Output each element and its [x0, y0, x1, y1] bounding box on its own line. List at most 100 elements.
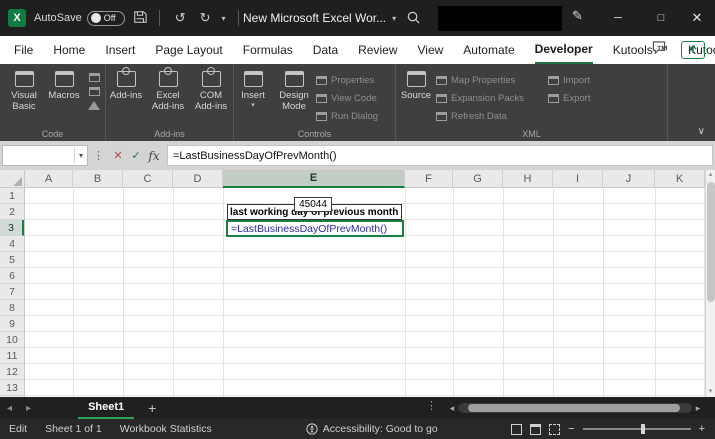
ribbon-tab-home[interactable]: Home — [53, 36, 85, 64]
row-header-9[interactable]: 9 — [0, 316, 24, 332]
expansion-packs-button[interactable]: Expansion Packs — [436, 91, 548, 105]
select-all-button[interactable] — [0, 170, 25, 188]
horizontal-scrollbar[interactable]: ◂ ▸ — [446, 401, 704, 415]
cell-e3-editing[interactable]: =LastBusinessDayOfPrevMonth() — [226, 220, 404, 237]
visual-basic-button[interactable]: Visual Basic — [4, 69, 44, 112]
map-properties-button[interactable]: Map Properties — [436, 73, 548, 87]
sheet-options-icon[interactable]: ⋮ — [426, 399, 437, 412]
column-header-g[interactable]: G — [453, 170, 503, 188]
autosave-toggle[interactable]: Off — [86, 10, 125, 26]
maximize-button[interactable]: □ — [643, 0, 679, 36]
column-header-a[interactable]: A — [25, 170, 73, 188]
horizontal-scroll-thumb[interactable] — [468, 404, 680, 412]
macros-button[interactable]: Macros — [44, 69, 84, 102]
undo-button[interactable]: ↺ — [172, 10, 189, 26]
source-button[interactable]: Source — [396, 69, 436, 102]
accessibility-status[interactable]: Accessibility: Good to go — [306, 423, 438, 435]
search-icon[interactable] — [406, 10, 421, 28]
properties-button[interactable]: Properties — [316, 73, 392, 87]
column-header-f[interactable]: F — [405, 170, 453, 188]
row-header-13[interactable]: 13 — [0, 380, 24, 396]
macro-security-icon[interactable] — [88, 101, 100, 110]
vertical-scrollbar[interactable]: ▴ ▾ — [705, 170, 715, 397]
design-mode-button[interactable]: Design Mode — [272, 69, 316, 112]
scroll-up-icon[interactable]: ▴ — [706, 170, 715, 180]
insert-control-button[interactable]: Insert ▾ — [234, 69, 272, 109]
sheet-nav-right-icon[interactable]: ▸ — [19, 403, 38, 414]
row-header-2[interactable]: 2 — [0, 204, 24, 220]
sheet-tab-sheet1[interactable]: Sheet1 — [78, 397, 135, 419]
sheet-nav-left-icon[interactable]: ◂ — [0, 403, 19, 414]
ribbon-tab-developer[interactable]: Developer — [534, 36, 593, 64]
save-icon[interactable] — [133, 10, 147, 27]
insert-function-button[interactable]: fx — [145, 149, 163, 163]
ribbon-tab-formulas[interactable]: Formulas — [243, 36, 293, 64]
vertical-scroll-thumb[interactable] — [707, 182, 715, 302]
pen-icon[interactable]: ✎ — [572, 8, 583, 24]
scroll-down-icon[interactable]: ▾ — [706, 387, 715, 397]
comments-icon[interactable] — [651, 40, 667, 60]
minimize-button[interactable]: ─ — [600, 0, 636, 36]
row-header-1[interactable]: 1 — [0, 188, 24, 204]
name-box-dropdown-icon[interactable]: ▾ — [73, 148, 87, 163]
ribbon-tab-view[interactable]: View — [418, 36, 444, 64]
page-layout-view-button[interactable] — [530, 423, 542, 435]
redo-dropdown-icon[interactable]: ▾ — [222, 14, 226, 23]
confirm-entry-button[interactable]: ✓ — [127, 149, 145, 162]
zoom-out-button[interactable]: − — [568, 423, 574, 435]
row-header-7[interactable]: 7 — [0, 284, 24, 300]
ribbon-tab-file[interactable]: File — [14, 36, 33, 64]
column-header-i[interactable]: I — [553, 170, 603, 188]
zoom-slider[interactable] — [582, 424, 691, 434]
ribbon-tab-data[interactable]: Data — [313, 36, 338, 64]
column-header-h[interactable]: H — [503, 170, 553, 188]
view-code-button[interactable]: View Code — [316, 91, 392, 105]
ribbon-tab-review[interactable]: Review — [358, 36, 397, 64]
name-box[interactable]: ▾ — [2, 145, 88, 166]
row-header-8[interactable]: 8 — [0, 300, 24, 316]
hscroll-track[interactable] — [458, 403, 692, 413]
ribbon-tab-automate[interactable]: Automate — [463, 36, 514, 64]
formula-input[interactable]: =LastBusinessDayOfPrevMonth() — [167, 145, 713, 166]
cell-e1-value[interactable]: 45044 — [294, 197, 332, 212]
run-dialog-button[interactable]: Run Dialog — [316, 109, 392, 123]
row-header-4[interactable]: 4 — [0, 236, 24, 252]
collapse-ribbon-icon[interactable]: ∨ — [698, 126, 705, 137]
zoom-slider-thumb[interactable] — [640, 424, 645, 434]
row-header-6[interactable]: 6 — [0, 268, 24, 284]
hscroll-left-icon[interactable]: ◂ — [446, 403, 458, 414]
column-header-d[interactable]: D — [173, 170, 223, 188]
com-addins-button[interactable]: COM Add-ins — [190, 67, 232, 112]
autosave-control[interactable]: AutoSave Off — [34, 10, 125, 26]
ribbon-tab-insert[interactable]: Insert — [105, 36, 135, 64]
row-header-3[interactable]: 3 — [0, 220, 24, 236]
new-sheet-button[interactable]: + — [134, 400, 170, 416]
zoom-in-button[interactable]: + — [699, 423, 705, 435]
column-header-b[interactable]: B — [73, 170, 123, 188]
ribbon-tab-page-layout[interactable]: Page Layout — [155, 36, 222, 64]
column-header-j[interactable]: J — [603, 170, 655, 188]
import-button[interactable]: Import — [548, 73, 618, 87]
relative-references-icon[interactable] — [88, 87, 100, 96]
close-button[interactable]: ✕ — [679, 0, 715, 36]
document-title[interactable]: New Microsoft Excel Wor... ▾ — [243, 0, 396, 36]
column-header-e[interactable]: E — [223, 170, 405, 188]
column-header-c[interactable]: C — [123, 170, 173, 188]
page-break-view-button[interactable] — [549, 423, 561, 435]
normal-view-button[interactable] — [511, 423, 523, 435]
column-header-k[interactable]: K — [655, 170, 705, 188]
formula-bar-handle-icon[interactable]: ⋮ — [88, 149, 109, 162]
row-header-12[interactable]: 12 — [0, 364, 24, 380]
addins-button[interactable]: Add-ins — [106, 67, 146, 102]
refresh-data-button[interactable]: Refresh Data — [436, 109, 548, 123]
export-button[interactable]: Export — [548, 91, 618, 105]
excel-addins-button[interactable]: Excel Add-ins — [146, 67, 190, 112]
row-header-10[interactable]: 10 — [0, 332, 24, 348]
redo-button[interactable]: ↻ — [197, 10, 214, 26]
row-header-11[interactable]: 11 — [0, 348, 24, 364]
hscroll-right-icon[interactable]: ▸ — [692, 403, 704, 414]
share-button[interactable] — [681, 41, 705, 59]
row-header-5[interactable]: 5 — [0, 252, 24, 268]
record-macro-icon[interactable] — [88, 73, 100, 82]
workbook-statistics-button[interactable]: Workbook Statistics — [111, 423, 221, 435]
